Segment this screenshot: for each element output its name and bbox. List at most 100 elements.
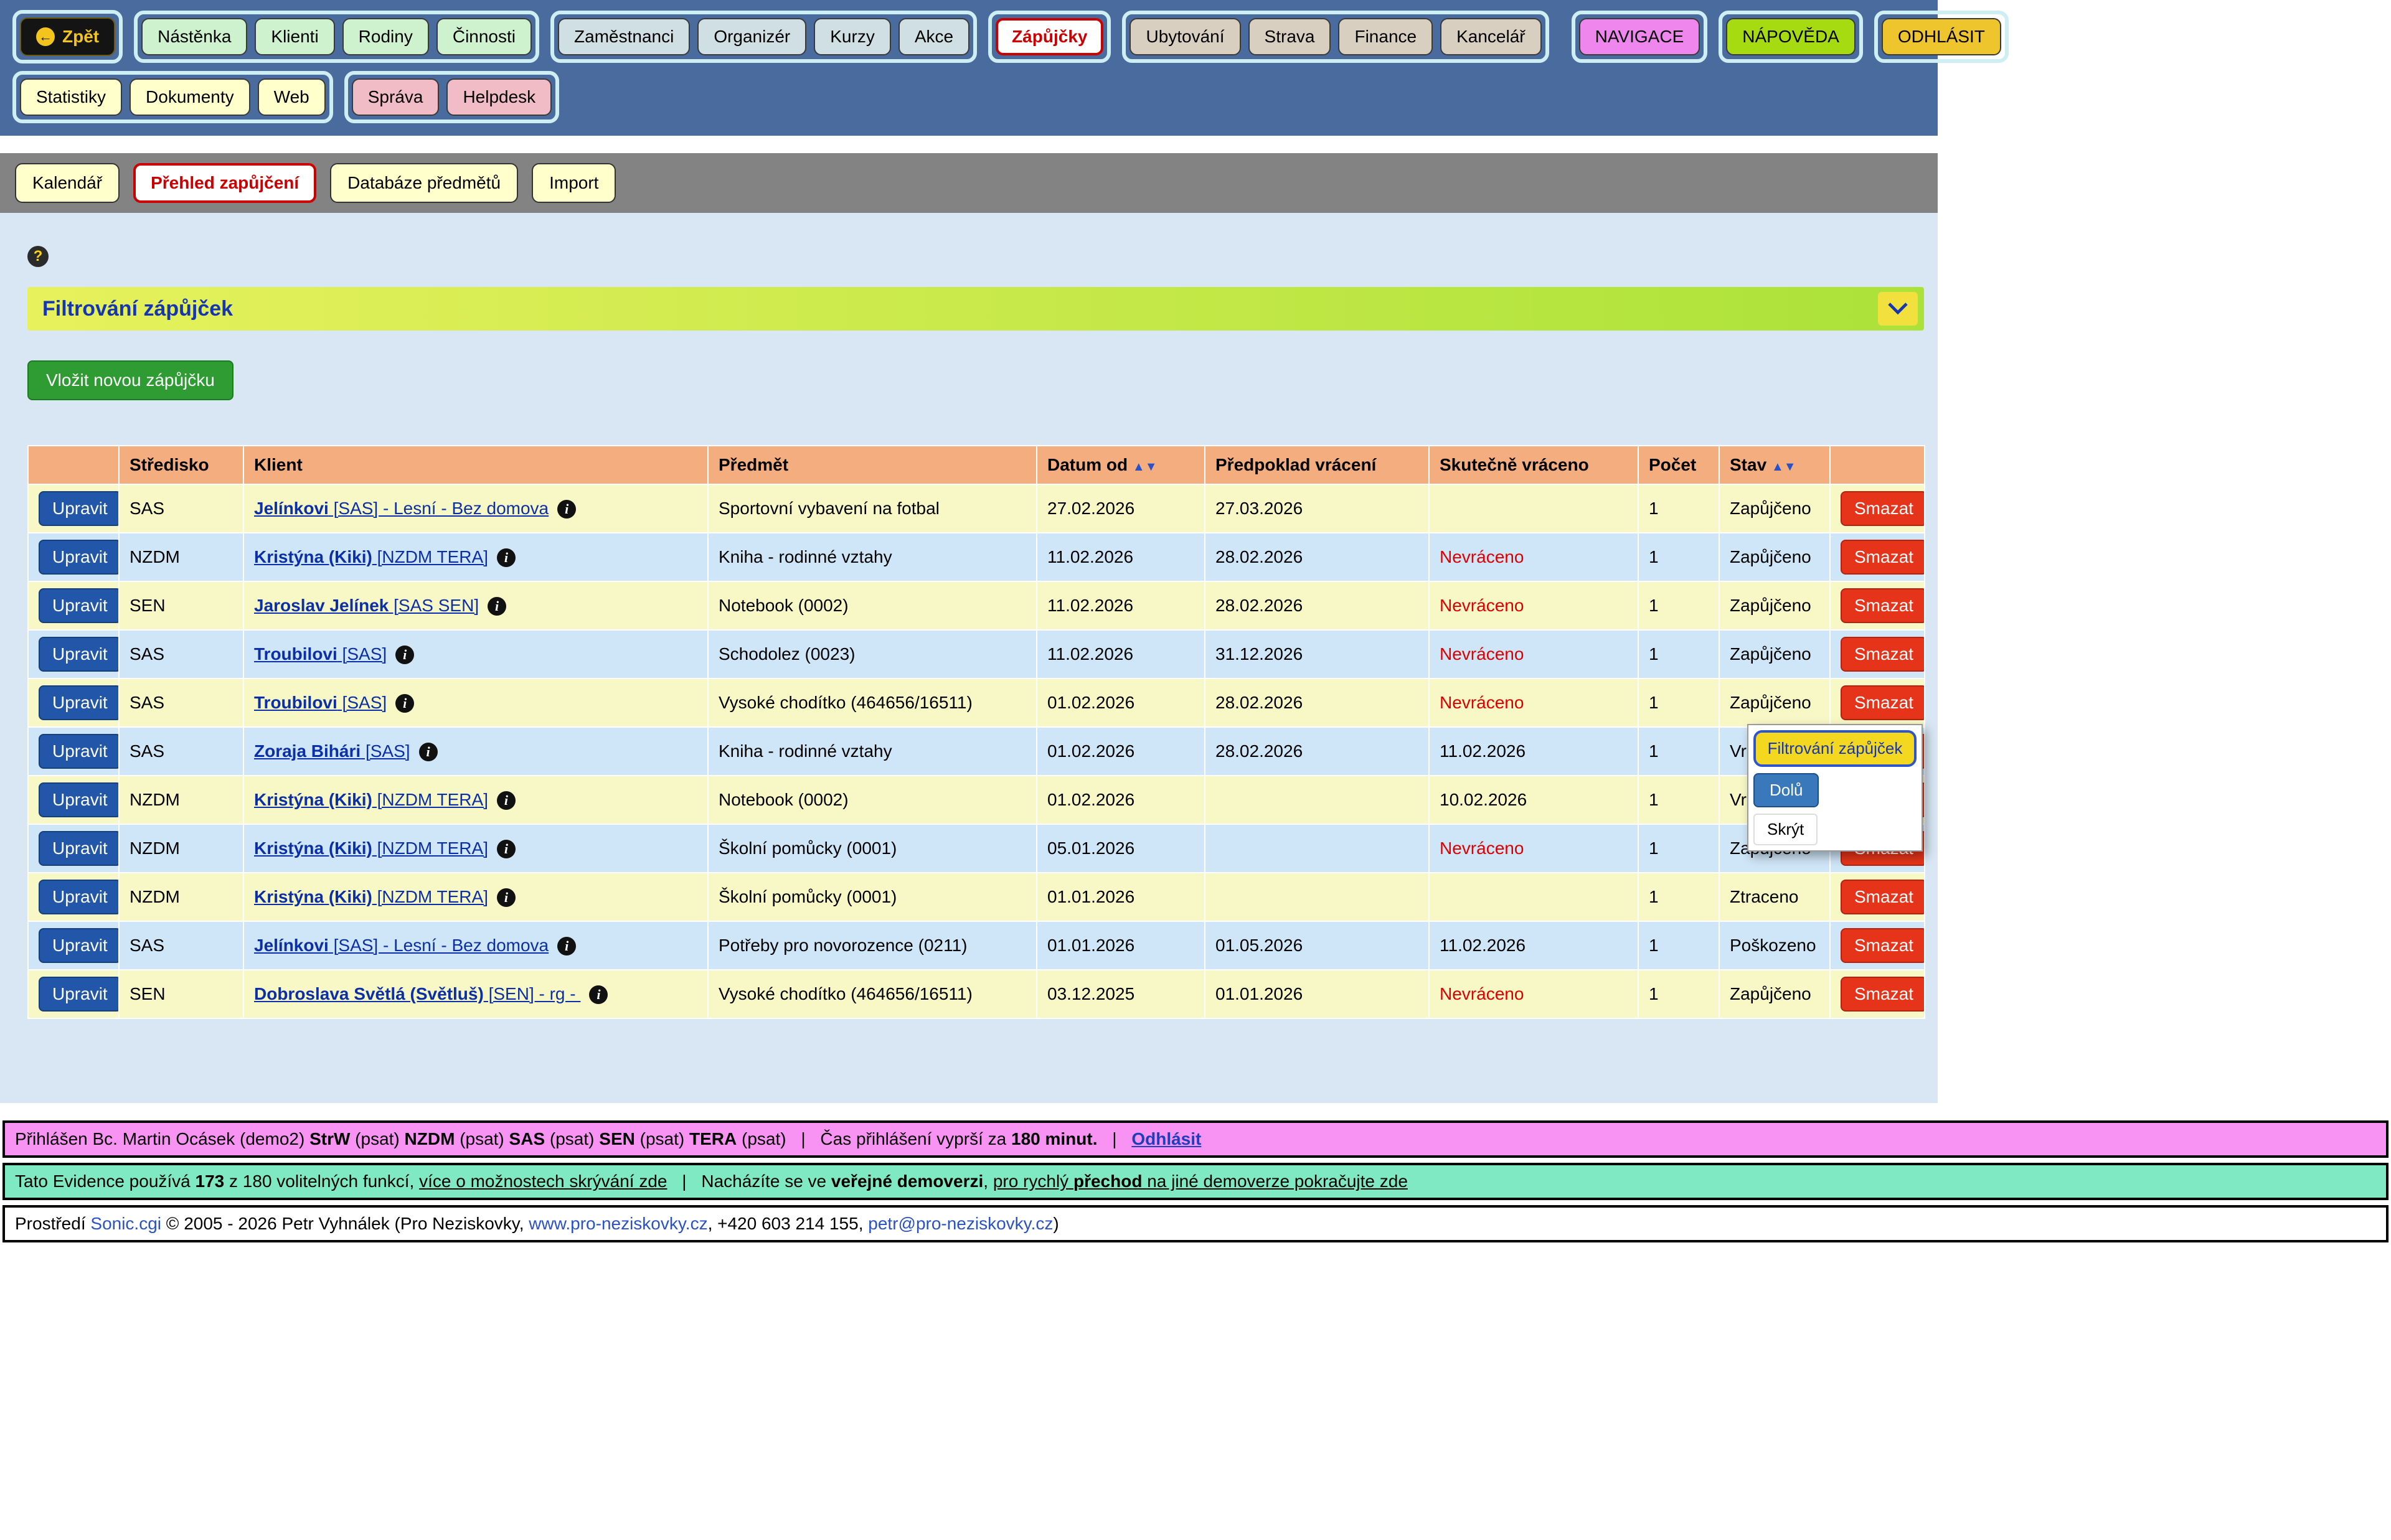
back-button[interactable]: ← Zpět [20, 17, 115, 56]
nav-item-dokumenty[interactable]: Dokumenty [130, 78, 250, 116]
info-icon[interactable]: i [589, 985, 608, 1004]
sonic-link[interactable]: Sonic.cgi [90, 1214, 161, 1233]
nav-item-klienti[interactable]: Klienti [255, 18, 334, 55]
cell-datum-od: 01.02.2026 [1037, 678, 1205, 727]
nav-item-nastenka[interactable]: Nástěnka [141, 18, 247, 55]
info-icon[interactable]: i [497, 840, 516, 858]
nav-item-finance[interactable]: Finance [1338, 18, 1433, 55]
nav-item-ubytovani[interactable]: Ubytování [1129, 18, 1240, 55]
navigace-button[interactable]: NAVIGACE [1579, 18, 1700, 55]
toolbar-item-databaze-predmetu[interactable]: Databáze předmětů [330, 163, 518, 203]
odhlasit-button[interactable]: ODHLÁSIT [1882, 18, 2001, 55]
info-icon[interactable]: i [497, 548, 516, 567]
chevron-down-icon[interactable] [1878, 292, 1918, 326]
group-strw: StrW [309, 1129, 350, 1148]
table-row: Upravit SAS Troubilovi [SAS]i Vysoké cho… [28, 678, 1925, 727]
nav-item-web[interactable]: Web [258, 78, 326, 116]
cell-predmet: Vysoké chodítko (464656/16511) [708, 678, 1037, 727]
client-link[interactable]: Troubilovi [SAS] [254, 644, 387, 664]
delete-button[interactable]: Smazat [1841, 928, 1925, 963]
cell-predpoklad-vraceni: 28.02.2026 [1205, 727, 1429, 776]
nav-item-zapujcky-active[interactable]: Zápůjčky [996, 18, 1103, 55]
nav-item-statistiky[interactable]: Statistiky [20, 78, 122, 116]
nav-item-organizer[interactable]: Organizér [697, 18, 806, 55]
edit-button[interactable]: Upravit [39, 685, 119, 720]
edit-button[interactable]: Upravit [39, 977, 119, 1012]
sort-asc-icon[interactable]: ▲ [1771, 460, 1784, 474]
nav-group-admin: Správa Helpdesk [344, 71, 559, 123]
info-icon[interactable]: i [395, 646, 414, 664]
nav-item-akce[interactable]: Akce [898, 18, 969, 55]
nav-item-helpdesk[interactable]: Helpdesk [446, 78, 552, 116]
edit-button[interactable]: Upravit [39, 928, 119, 963]
email-link[interactable]: petr@pro-neziskovky.cz [868, 1214, 1053, 1233]
nav-item-sprava[interactable]: Správa [352, 78, 440, 116]
edit-button[interactable]: Upravit [39, 782, 119, 817]
delete-button[interactable]: Smazat [1841, 491, 1925, 526]
info-icon[interactable]: i [497, 888, 516, 907]
client-link[interactable]: Kristýna (Kiki) [NZDM TERA] [254, 547, 488, 566]
edit-button[interactable]: Upravit [39, 637, 119, 672]
cell-skutecne-vraceno: Nevráceno [1429, 678, 1638, 727]
info-icon[interactable]: i [497, 791, 516, 810]
client-link[interactable]: Kristýna (Kiki) [NZDM TERA] [254, 790, 488, 809]
edit-button[interactable]: Upravit [39, 831, 119, 866]
website-link[interactable]: www.pro-neziskovky.cz [529, 1214, 707, 1233]
edit-button[interactable]: Upravit [39, 734, 119, 769]
header-stredisko: Středisko [119, 446, 243, 484]
popup-filter-button[interactable]: Filtrování zápůjček [1753, 730, 1917, 767]
help-icon[interactable]: ? [27, 246, 49, 267]
delete-button[interactable]: Smazat [1841, 540, 1925, 575]
delete-button[interactable]: Smazat [1841, 637, 1925, 672]
napoveda-button[interactable]: NÁPOVĚDA [1726, 18, 1856, 55]
logout-link[interactable]: Odhlásit [1131, 1129, 1201, 1148]
client-link[interactable]: Zoraja Bihári [SAS] [254, 741, 410, 761]
edit-button[interactable]: Upravit [39, 588, 119, 623]
table-row: Upravit SAS Jelínkovi [SAS] - Lesní - Be… [28, 921, 1925, 970]
edit-button[interactable]: Upravit [39, 491, 119, 526]
edit-button[interactable]: Upravit [39, 540, 119, 575]
nav-item-zamestnanci[interactable]: Zaměstnanci [558, 18, 690, 55]
cell-pocet: 1 [1638, 533, 1719, 581]
client-link[interactable]: Kristýna (Kiki) [NZDM TERA] [254, 887, 488, 906]
client-link[interactable]: Jelínkovi [SAS] - Lesní - Bez domova [254, 499, 549, 518]
client-link[interactable]: Kristýna (Kiki) [NZDM TERA] [254, 838, 488, 858]
delete-button[interactable]: Smazat [1841, 880, 1925, 914]
client-link[interactable]: Jaroslav Jelínek [SAS SEN] [254, 596, 479, 615]
sort-desc-icon[interactable]: ▼ [1784, 460, 1796, 474]
nav-item-kurzy[interactable]: Kurzy [814, 18, 891, 55]
loans-toolbar: Kalendář Přehled zapůjčení Databáze před… [0, 153, 1938, 213]
nav-item-rodiny[interactable]: Rodiny [342, 18, 429, 55]
uses-suffix: z 180 volitelných funkcí, [229, 1171, 414, 1191]
popup-hide-button[interactable]: Skrýt [1753, 814, 1818, 845]
nav-item-strava[interactable]: Strava [1248, 18, 1331, 55]
info-icon[interactable]: i [557, 500, 576, 519]
info-icon[interactable]: i [419, 743, 438, 761]
toolbar-item-prehled-zapujceni[interactable]: Přehled zapůjčení [133, 163, 316, 203]
client-link[interactable]: Dobroslava Světlá (Světluš) [SEN] - rg - [254, 984, 580, 1003]
client-link[interactable]: Troubilovi [SAS] [254, 693, 387, 712]
sort-asc-icon[interactable]: ▲ [1133, 460, 1145, 474]
demo-switch-link[interactable]: pro rychlý přechod na jiné demoverze pok… [993, 1171, 1408, 1191]
sort-desc-icon[interactable]: ▼ [1145, 460, 1158, 474]
more-features-link[interactable]: více o možnostech skrývání zde [419, 1171, 667, 1191]
info-icon[interactable]: i [488, 597, 506, 616]
nav-item-cinnosti[interactable]: Činnosti [436, 18, 532, 55]
cell-skutecne-vraceno: Nevráceno [1429, 581, 1638, 630]
nav-item-kancelar[interactable]: Kancelář [1440, 18, 1542, 55]
delete-button[interactable]: Smazat [1841, 685, 1925, 720]
popup-down-button[interactable]: Dolů [1753, 773, 1819, 807]
client-link[interactable]: Jelínkovi [SAS] - Lesní - Bez domova [254, 936, 549, 955]
toolbar-item-import[interactable]: Import [532, 163, 616, 203]
toolbar-item-kalendar[interactable]: Kalendář [15, 163, 120, 203]
edit-button[interactable]: Upravit [39, 880, 119, 914]
filter-panel-header[interactable]: Filtrování zápůjček [27, 287, 1924, 331]
cell-predmet: Sportovní vybavení na fotbal [708, 484, 1037, 533]
info-icon[interactable]: i [557, 937, 576, 955]
add-loan-button[interactable]: Vložit novou zápůjčku [27, 360, 233, 400]
delete-button[interactable]: Smazat [1841, 588, 1925, 623]
cell-predmet: Notebook (0002) [708, 581, 1037, 630]
delete-button[interactable]: Smazat [1841, 977, 1925, 1012]
info-icon[interactable]: i [395, 694, 414, 713]
cell-datum-od: 01.01.2026 [1037, 873, 1205, 921]
